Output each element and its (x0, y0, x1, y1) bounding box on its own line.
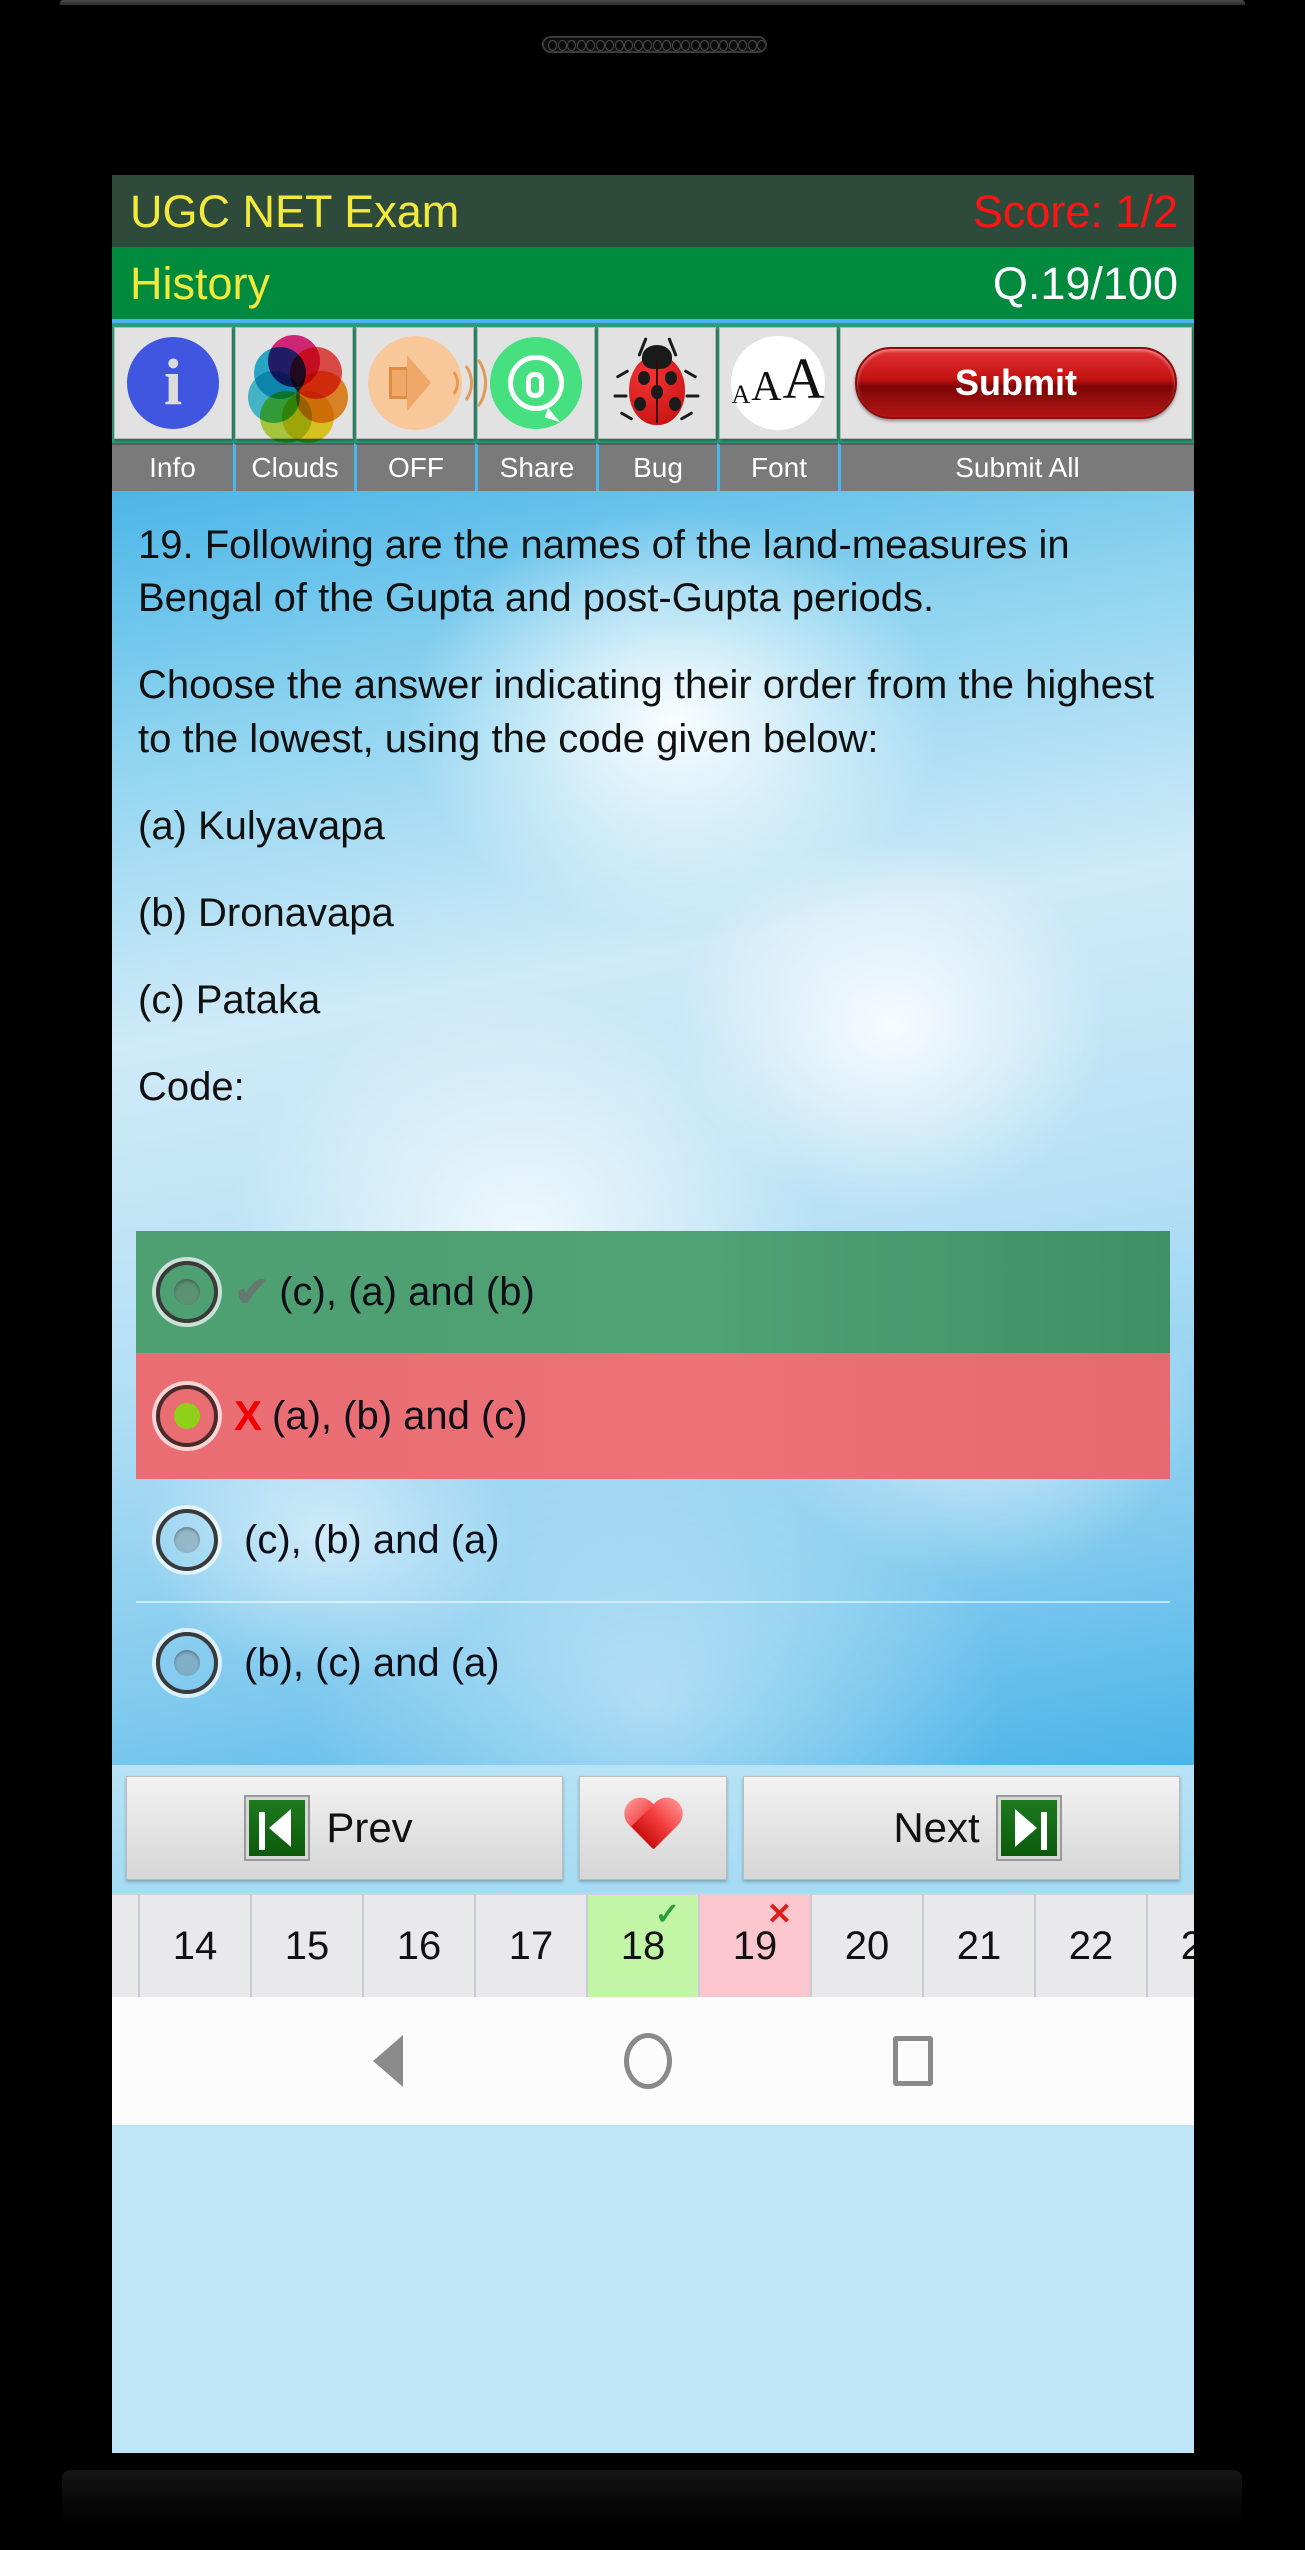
question-number-cell-14[interactable]: 14 (140, 1895, 252, 1997)
answer-option-1[interactable]: ✔ (c), (a) and (b) (136, 1231, 1170, 1353)
question-code-label: Code: (138, 1065, 245, 1110)
radio-button-3[interactable] (156, 1509, 218, 1571)
skip-previous-icon (246, 1797, 309, 1859)
subject-bar: History Q.19/100 (112, 247, 1194, 319)
toolbar-icon-row: i A A A Submit (112, 323, 1194, 443)
question-item-a: (a) Kulyavapa (138, 803, 385, 848)
toolbar-button-clouds[interactable] (235, 327, 353, 443)
toolbar-button-info[interactable]: i (114, 327, 232, 439)
question-number-cell-20[interactable]: 20 (812, 1895, 924, 1997)
cell-cross-icon: ✕ (766, 1898, 792, 1931)
toolbar-label-clouds[interactable]: Clouds (233, 443, 354, 491)
number-strip-left-edge (112, 1895, 140, 1997)
radio-inner-dot (174, 1279, 200, 1305)
prev-button[interactable]: Prev (126, 1776, 563, 1880)
font-size-icon: AAA (731, 336, 825, 430)
answer-options: ✔ (c), (a) and (b) X (a), (b) and (c) (c), (… (112, 1231, 1194, 1723)
answer-option-4[interactable]: (b), (c) and (a) (136, 1601, 1170, 1723)
earpiece-speaker-grille (542, 36, 767, 53)
toolbar-button-share[interactable] (477, 327, 595, 439)
toolbar-button-bug[interactable] (598, 327, 716, 439)
toolbar-label-bug[interactable]: Bug (596, 443, 717, 491)
toolbar-label-row: Info Clouds OFF Share Bug Font Submit All (112, 443, 1194, 491)
question-number-cell-23[interactable]: 23 (1148, 1895, 1194, 1997)
radio-inner-dot (174, 1403, 200, 1429)
info-icon: i (127, 337, 219, 429)
question-item-b: (b) Dronavapa (138, 890, 394, 935)
recents-icon[interactable] (893, 2036, 934, 2086)
question-counter: Q.19/100 (992, 257, 1178, 309)
question-navigation-bar: Prev Next (112, 1765, 1194, 1893)
question-number-strip: 14 15 16 17 ✓18✕19 20 21 22 23 (112, 1893, 1194, 1997)
question-stem-line-2: Choose the answer indicating their order… (138, 663, 1155, 761)
question-number-cell-15[interactable]: 15 (252, 1895, 364, 1997)
question-number-label: 20 (844, 1923, 890, 1968)
skip-next-icon (997, 1797, 1060, 1859)
question-number-label: 23 (1180, 1923, 1194, 1968)
favorite-button[interactable] (579, 1776, 727, 1880)
radio-button-1[interactable] (156, 1261, 218, 1323)
wrong-cross-icon: X (234, 1392, 263, 1439)
radio-inner-dot (174, 1527, 200, 1553)
question-number-label: 16 (396, 1923, 442, 1968)
question-number-cell-17[interactable]: 17 (476, 1895, 588, 1997)
question-number-label: 21 (956, 1923, 1002, 1968)
heart-icon (622, 1799, 684, 1857)
question-number-cell-18[interactable]: ✓ 18 (588, 1895, 700, 1997)
score-display: Score: 1/2 (972, 185, 1178, 237)
correct-check-icon: ✔ (234, 1268, 270, 1315)
radio-inner-dot (174, 1650, 200, 1676)
title-bar: UGC NET Exam Score: 1/2 (112, 175, 1194, 247)
toolbar: i A A A Submit Info Clouds OFF Share Bug… (112, 319, 1194, 491)
radio-button-4[interactable] (156, 1632, 218, 1694)
answer-option-label-3: (c), (b) and (a) (244, 1517, 500, 1562)
speaker-icon (368, 336, 487, 430)
color-wheel-icon (246, 335, 348, 443)
submit-button[interactable]: Submit (855, 347, 1177, 419)
toolbar-label-info[interactable]: Info (112, 443, 233, 491)
toolbar-label-submit-all[interactable]: Submit All (838, 443, 1194, 491)
question-number-cell-21[interactable]: 21 (924, 1895, 1036, 1997)
answer-option-label-1: (c), (a) and (b) (279, 1269, 535, 1314)
android-system-nav (112, 1997, 1194, 2125)
toolbar-label-font[interactable]: Font (717, 443, 838, 491)
phone-device-frame: UGC NET Exam Score: 1/2 History Q.19/100… (0, 0, 1305, 2550)
back-icon[interactable] (372, 2035, 403, 2087)
question-number-label: 14 (172, 1923, 218, 1968)
question-number-cell-22[interactable]: 22 (1036, 1895, 1148, 1997)
ladybug-icon (609, 335, 705, 431)
question-stem-line-1: 19. Following are the names of the land-… (138, 523, 1070, 621)
answer-option-2[interactable]: X (a), (b) and (c) (136, 1353, 1170, 1479)
prev-button-label: Prev (326, 1804, 413, 1851)
radio-button-2[interactable] (156, 1385, 218, 1447)
toolbar-label-share[interactable]: Share (475, 443, 596, 491)
question-text: 19. Following are the names of the land-… (112, 491, 1194, 1115)
question-number-cell-19[interactable]: ✕ 19 (700, 1895, 812, 1997)
bezel-bottom-edge (62, 2470, 1242, 2525)
cell-check-icon: ✓ (654, 1898, 680, 1931)
question-body: 19. Following are the names of the land-… (112, 491, 1194, 1765)
toolbar-button-submit[interactable]: Submit (840, 327, 1192, 439)
answer-option-3[interactable]: (c), (b) and (a) (136, 1479, 1170, 1601)
next-button-label: Next (893, 1804, 980, 1851)
question-number-cell-16[interactable]: 16 (364, 1895, 476, 1997)
home-icon[interactable] (623, 2033, 672, 2089)
toolbar-label-off[interactable]: OFF (354, 443, 475, 491)
question-item-c: (c) Pataka (138, 978, 321, 1023)
question-number-label: 15 (284, 1923, 330, 1968)
question-number-label: 22 (1068, 1923, 1114, 1968)
toolbar-button-font[interactable]: AAA (719, 327, 837, 439)
question-number-label: 17 (508, 1923, 554, 1968)
whatsapp-icon (490, 337, 582, 429)
app-title: UGC NET Exam (130, 185, 460, 237)
toolbar-button-sound[interactable] (356, 327, 487, 439)
subject-name: History (130, 257, 271, 309)
answer-option-label-4: (b), (c) and (a) (244, 1640, 500, 1685)
phone-screen: UGC NET Exam Score: 1/2 History Q.19/100… (112, 175, 1194, 2453)
answer-option-label-2: (a), (b) and (c) (272, 1393, 528, 1438)
bezel-top-edge (60, 0, 1245, 5)
next-button[interactable]: Next (743, 1776, 1180, 1880)
